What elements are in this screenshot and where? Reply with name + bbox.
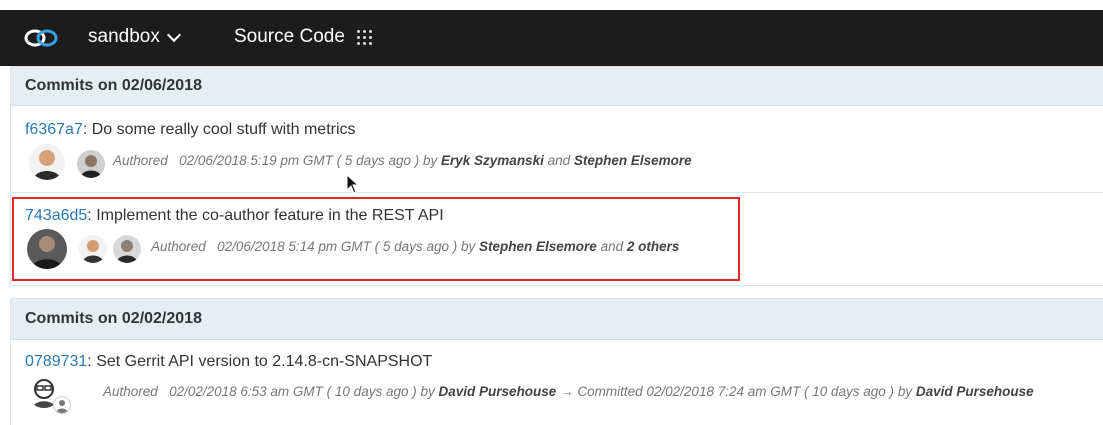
- commit-meta: Authored 02/06/2018 5:14 pm GMT ( 5 days…: [151, 239, 680, 254]
- commit-group-heading: Commits on 02/02/2018: [11, 299, 1103, 340]
- commit-group-heading: Commits on 02/06/2018: [11, 67, 1103, 106]
- commit-message: : Set Gerrit API version to 2.14.8-cn-SN…: [87, 353, 433, 370]
- chevron-down-icon: [166, 27, 181, 42]
- top-navigation-bar: sandbox Source Code: [0, 10, 1103, 66]
- grid-dots-icon[interactable]: [356, 29, 372, 45]
- author-link[interactable]: David Pursehouse: [916, 384, 1034, 399]
- avatar[interactable]: [77, 150, 105, 178]
- commit-message: : Implement the co-author feature in the…: [87, 207, 444, 224]
- commit-date: 02/02/2018 7:24 am GMT: [646, 384, 801, 399]
- commit-meta: Authored 02/06/2018 5:19 pm GMT ( 5 days…: [113, 153, 692, 168]
- commit-title: 0789731: Set Gerrit API version to 2.14.…: [25, 353, 432, 371]
- commit-date: 02/02/2018 6:53 am GMT: [169, 384, 323, 399]
- commit-sha-link[interactable]: 0789731: [25, 353, 87, 370]
- commit-title: f6367a7: Do some really cool stuff with …: [25, 121, 356, 139]
- commit-date: 02/06/2018 5:19 pm GMT: [179, 153, 333, 168]
- avatar[interactable]: [113, 235, 141, 263]
- author-link[interactable]: David Pursehouse: [439, 384, 557, 399]
- commit-row: 743a6d5: Implement the co-author feature…: [11, 193, 1103, 283]
- commit-relative-date: ( 5 days ago ): [336, 153, 420, 168]
- app-switcher[interactable]: Source Code: [234, 26, 372, 48]
- author-link[interactable]: Stephen Elsemore: [479, 239, 597, 254]
- avatar[interactable]: [53, 396, 71, 414]
- org-switcher[interactable]: sandbox: [88, 26, 181, 48]
- commit-row: f6367a7: Do some really cool stuff with …: [11, 106, 1103, 192]
- commit-meta: Authored 02/02/2018 6:53 am GMT ( 10 day…: [103, 384, 1034, 399]
- arrow-icon: →: [560, 384, 574, 399]
- commit-row: 0789731: Set Gerrit API version to 2.14.…: [11, 340, 1103, 425]
- author-link[interactable]: Eryk Szymanski: [441, 153, 544, 168]
- commit-group: Commits on 02/06/2018 f6367a7: Do some r…: [10, 66, 1103, 286]
- commit-group: Commits on 02/02/2018 0789731: Set Gerri…: [10, 298, 1103, 425]
- commit-sha-link[interactable]: 743a6d5: [25, 207, 87, 224]
- commit-title: 743a6d5: Implement the co-author feature…: [25, 207, 444, 225]
- avatar[interactable]: [27, 229, 67, 269]
- commit-relative-date: ( 10 days ago ): [326, 384, 417, 399]
- commit-message: : Do some really cool stuff with metrics: [82, 121, 356, 138]
- loop-logo-icon[interactable]: [22, 27, 60, 54]
- commit-sha-link[interactable]: f6367a7: [25, 121, 83, 138]
- others-link[interactable]: 2 others: [627, 239, 680, 254]
- app-name: Source Code: [234, 26, 345, 47]
- avatar[interactable]: [79, 235, 107, 263]
- author-link[interactable]: Stephen Elsemore: [574, 153, 692, 168]
- commit-relative-date: ( 10 days ago ): [804, 384, 895, 399]
- avatar[interactable]: [29, 144, 65, 180]
- mouse-cursor-icon: [346, 173, 360, 199]
- org-name: sandbox: [88, 26, 160, 47]
- commit-date: 02/06/2018 5:14 pm GMT: [217, 239, 371, 254]
- commit-relative-date: ( 5 days ago ): [374, 239, 458, 254]
